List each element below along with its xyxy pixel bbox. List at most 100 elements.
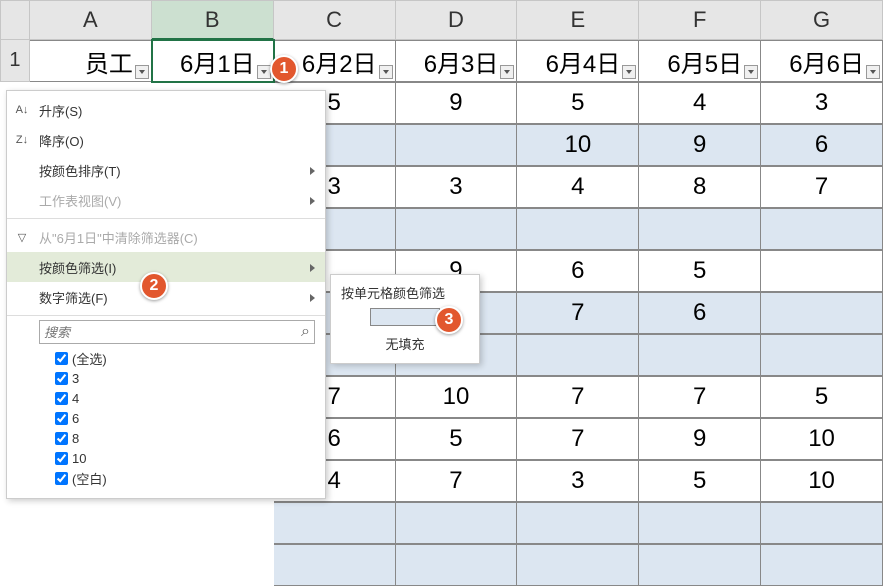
data-cell[interactable]: 5 <box>639 250 761 292</box>
col-header-D[interactable]: D <box>396 0 518 40</box>
checkbox[interactable] <box>55 472 68 485</box>
filter-dropdown-icon[interactable] <box>622 65 636 79</box>
cell-G1[interactable]: 6月6日 <box>761 40 883 82</box>
cell-A1[interactable]: 员工 <box>30 40 152 82</box>
data-cell[interactable] <box>639 334 761 376</box>
data-cell[interactable]: 10 <box>396 376 518 418</box>
cell-E1[interactable]: 6月4日 <box>517 40 639 82</box>
filter-by-color[interactable]: 按颜色筛选(I) <box>7 252 325 282</box>
search-input[interactable] <box>44 325 301 340</box>
data-cell[interactable] <box>274 544 396 586</box>
data-cell[interactable]: 7 <box>517 418 639 460</box>
cell-B1[interactable]: 6月1日 <box>152 40 274 82</box>
col-header-F[interactable]: F <box>639 0 761 40</box>
data-cell[interactable]: 5 <box>396 418 518 460</box>
data-cell[interactable] <box>517 208 639 250</box>
filter-dropdown-icon[interactable] <box>135 65 149 79</box>
data-cell[interactable]: 3 <box>761 82 883 124</box>
data-cell[interactable] <box>396 502 518 544</box>
filter-dropdown-icon[interactable] <box>379 65 393 79</box>
data-cell[interactable]: 7 <box>517 292 639 334</box>
check-item[interactable]: (全选) <box>41 348 315 368</box>
data-cell[interactable]: 6 <box>517 250 639 292</box>
cell-D1[interactable]: 6月3日 <box>396 40 518 82</box>
data-cell[interactable] <box>396 124 518 166</box>
data-cell[interactable] <box>761 292 883 334</box>
checkbox[interactable] <box>55 372 68 385</box>
data-cell[interactable]: 6 <box>761 124 883 166</box>
check-item[interactable]: (空白) <box>41 468 315 488</box>
menu-label: 降序(O) <box>39 131 84 150</box>
callout-3: 3 <box>435 306 463 334</box>
filter-dropdown-icon[interactable] <box>866 65 880 79</box>
data-cell[interactable]: 6 <box>639 292 761 334</box>
filter-dropdown-icon[interactable] <box>257 65 271 79</box>
clear-filter: ▽ 从"6月1日"中清除筛选器(C) <box>7 222 325 252</box>
checkbox[interactable] <box>55 452 68 465</box>
menu-label: 从"6月1日"中清除筛选器(C) <box>39 228 198 247</box>
search-icon <box>301 323 310 341</box>
data-cell[interactable]: 9 <box>639 124 761 166</box>
data-cell[interactable]: 5 <box>517 82 639 124</box>
data-cell[interactable]: 3 <box>396 166 518 208</box>
check-item[interactable]: 4 <box>41 388 315 408</box>
check-item[interactable]: 3 <box>41 368 315 388</box>
menu-label: 升序(S) <box>39 101 82 120</box>
checkbox[interactable] <box>55 432 68 445</box>
check-item[interactable]: 8 <box>41 428 315 448</box>
data-cell[interactable] <box>761 334 883 376</box>
data-cell[interactable]: 5 <box>761 376 883 418</box>
col-header-C[interactable]: C <box>274 0 396 40</box>
data-cell[interactable]: 10 <box>517 124 639 166</box>
data-cell[interactable] <box>517 544 639 586</box>
data-cell[interactable]: 10 <box>761 418 883 460</box>
data-cell[interactable] <box>639 544 761 586</box>
data-cell[interactable] <box>761 544 883 586</box>
data-cell[interactable]: 7 <box>639 376 761 418</box>
col-header-B[interactable]: B <box>152 0 274 40</box>
col-header-A[interactable]: A <box>30 0 152 40</box>
data-cell[interactable]: 9 <box>639 418 761 460</box>
data-cell[interactable]: 5 <box>639 460 761 502</box>
data-cell[interactable]: 10 <box>761 460 883 502</box>
data-cell[interactable] <box>274 502 396 544</box>
header-row: 1 员工 6月1日 6月2日 6月3日 6月4日 6月5日 6月6日 <box>0 40 883 82</box>
check-item[interactable]: 6 <box>41 408 315 428</box>
data-cell[interactable]: 4 <box>517 166 639 208</box>
checkbox[interactable] <box>55 352 68 365</box>
row-label-1[interactable]: 1 <box>0 40 30 82</box>
checkbox[interactable] <box>55 392 68 405</box>
filter-dropdown-icon[interactable] <box>744 65 758 79</box>
data-cell[interactable] <box>517 334 639 376</box>
check-item[interactable]: 10 <box>41 448 315 468</box>
data-cell[interactable]: 7 <box>396 460 518 502</box>
sort-ascending[interactable]: A↓ 升序(S) <box>7 95 325 125</box>
data-cell[interactable] <box>517 502 639 544</box>
data-cell[interactable]: 3 <box>517 460 639 502</box>
checkbox[interactable] <box>55 412 68 425</box>
funnel-clear-icon: ▽ <box>13 228 31 246</box>
col-header-E[interactable]: E <box>517 0 639 40</box>
no-fill-option[interactable]: 无填充 <box>331 328 479 359</box>
color-swatch-blue[interactable] <box>370 308 440 326</box>
data-cell[interactable]: 9 <box>396 82 518 124</box>
data-cell[interactable] <box>761 250 883 292</box>
sort-by-color[interactable]: 按颜色排序(T) <box>7 155 325 185</box>
table-row <box>0 544 883 586</box>
col-header-G[interactable]: G <box>761 0 883 40</box>
data-cell[interactable]: 7 <box>761 166 883 208</box>
sort-descending[interactable]: Z↓ 降序(O) <box>7 125 325 155</box>
data-cell[interactable] <box>396 208 518 250</box>
data-cell[interactable] <box>639 502 761 544</box>
data-cell[interactable]: 8 <box>639 166 761 208</box>
data-cell[interactable]: 7 <box>517 376 639 418</box>
filter-dropdown-icon[interactable] <box>500 65 514 79</box>
corner-cell[interactable] <box>0 0 30 40</box>
data-cell[interactable] <box>761 502 883 544</box>
data-cell[interactable]: 4 <box>639 82 761 124</box>
cell-F1[interactable]: 6月5日 <box>639 40 761 82</box>
data-cell[interactable] <box>396 544 518 586</box>
data-cell[interactable] <box>761 208 883 250</box>
search-box[interactable] <box>39 320 315 344</box>
data-cell[interactable] <box>639 208 761 250</box>
